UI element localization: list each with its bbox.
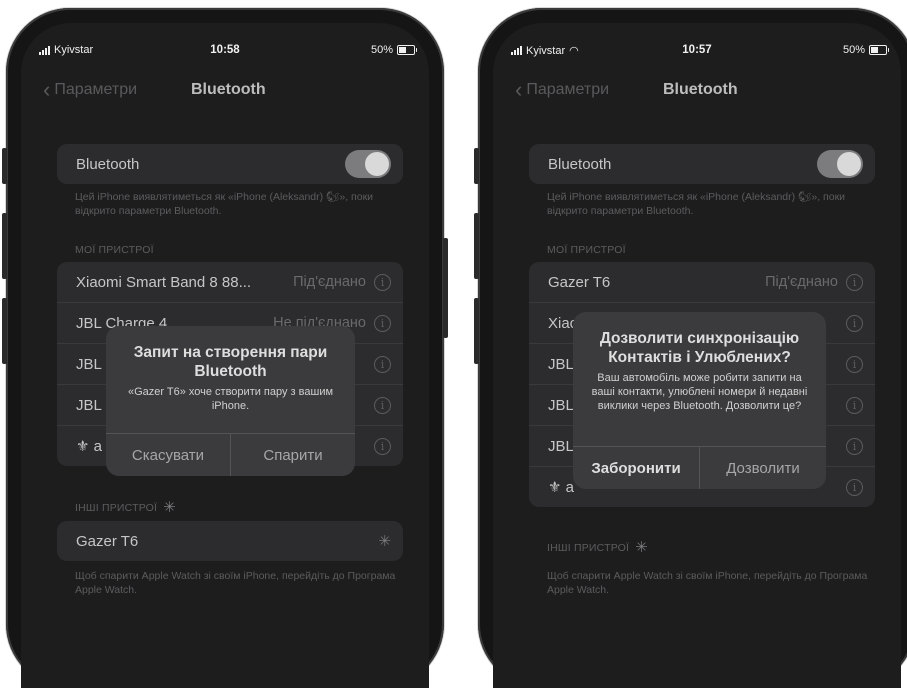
silent-switch <box>2 148 7 184</box>
pairing-alert: Запит на створення пари Bluetooth «Gazer… <box>106 326 355 476</box>
alert-message: «Gazer T6» хоче створити пару з вашим iP… <box>127 385 334 413</box>
battery-icon <box>397 45 417 55</box>
device-name: Xiaomi Smart Band 8 88... <box>76 273 252 291</box>
other-devices-header-label: ІНШІ ПРИСТРОЇ <box>75 501 158 514</box>
silent-switch <box>474 148 479 184</box>
my-devices-header-label: МОЇ ПРИСТРОЇ <box>547 244 626 256</box>
spinner-icon: ✳ <box>635 539 648 556</box>
info-icon[interactable]: i <box>846 478 863 496</box>
volume-up-button <box>474 213 479 279</box>
my-devices-header-label: МОЇ ПРИСТРОЇ <box>75 244 154 256</box>
phone-right: Kyivstar ◠ 10:57 50% ‹ Параметри Bluetoo… <box>474 8 907 688</box>
back-button[interactable]: ‹ Параметри <box>515 77 610 102</box>
back-label: Параметри <box>526 81 610 98</box>
info-icon[interactable]: i <box>846 355 863 373</box>
phone-left: Kyivstar 10:58 50% ‹ Параметри Bluetooth… <box>2 8 448 688</box>
back-label: Параметри <box>54 81 138 98</box>
battery-percent: 50% <box>370 44 393 56</box>
info-icon[interactable]: i <box>374 273 391 291</box>
back-button[interactable]: ‹ Параметри <box>43 77 138 102</box>
device-name: Gazer T6 <box>548 273 611 291</box>
bluetooth-row: Bluetooth <box>57 144 403 184</box>
info-icon[interactable]: i <box>846 437 863 455</box>
info-icon[interactable]: i <box>846 273 863 291</box>
chevron-left-icon: ‹ <box>43 77 51 102</box>
info-icon[interactable]: i <box>374 314 391 332</box>
bluetooth-label: Bluetooth <box>76 155 140 173</box>
status-bar: Kyivstar ◠ 10:57 50% <box>493 44 901 60</box>
device-status: Під'єднано <box>765 274 838 290</box>
other-devices-list: Gazer T6 ✳ <box>57 521 403 561</box>
alert-title: Дозволити синхронізацію Контактів і Улюб… <box>599 330 800 367</box>
pair-button[interactable]: Спарити <box>230 434 355 476</box>
other-devices-header: ІНШІ ПРИСТРОЇ ✳ <box>547 540 648 555</box>
device-row[interactable]: Gazer T6 ✳ <box>57 521 403 561</box>
screen-right: Kyivstar ◠ 10:57 50% ‹ Параметри Bluetoo… <box>493 23 901 688</box>
info-icon[interactable]: i <box>374 437 391 455</box>
bluetooth-label: Bluetooth <box>548 155 612 173</box>
nav-bar: ‹ Параметри Bluetooth <box>21 77 429 105</box>
my-devices-header: МОЇ ПРИСТРОЇ <box>547 244 626 256</box>
bluetooth-toggle-group: Bluetooth <box>57 144 403 184</box>
watch-note: Щоб спарити Apple Watch зі своїм iPhone,… <box>75 570 396 597</box>
battery-percent: 50% <box>842 44 865 56</box>
volume-up-button <box>2 213 7 279</box>
alert-title: Запит на створення пари Bluetooth <box>133 344 328 381</box>
bluetooth-toggle-group: Bluetooth <box>529 144 875 184</box>
battery-icon <box>869 45 889 55</box>
my-devices-header: МОЇ ПРИСТРОЇ <box>75 244 154 256</box>
volume-down-button <box>2 298 7 364</box>
device-row[interactable]: Xiaomi Smart Band 8 88... Під'єднано i <box>57 262 403 303</box>
spinner-icon: ✳ <box>163 499 176 516</box>
bluetooth-toggle[interactable] <box>817 150 863 178</box>
page-title: Bluetooth <box>191 81 266 98</box>
spinner-icon: ✳ <box>378 532 391 550</box>
device-status: Під'єднано <box>293 274 366 290</box>
alert-message: Ваш автомобіль може робити запити на ваш… <box>591 371 808 413</box>
other-devices-header-label: ІНШІ ПРИСТРОЇ <box>547 541 630 554</box>
visibility-note: Цей iPhone виявлятиметься як «iPhone (Al… <box>547 191 846 218</box>
bluetooth-toggle[interactable] <box>345 150 391 178</box>
nav-bar: ‹ Параметри Bluetooth <box>493 77 901 105</box>
device-row[interactable]: Gazer T6 Під'єднано i <box>529 262 875 303</box>
info-icon[interactable]: i <box>846 314 863 332</box>
contacts-sync-alert: Дозволити синхронізацію Контактів і Улюб… <box>573 312 826 489</box>
cancel-button[interactable]: Скасувати <box>106 434 230 476</box>
volume-down-button <box>474 298 479 364</box>
info-icon[interactable]: i <box>374 396 391 414</box>
status-bar: Kyivstar 10:58 50% <box>21 44 429 60</box>
device-name: Gazer T6 <box>76 532 139 550</box>
visibility-note: Цей iPhone виявлятиметься як «iPhone (Al… <box>75 191 374 218</box>
bluetooth-row: Bluetooth <box>529 144 875 184</box>
screen-left: Kyivstar 10:58 50% ‹ Параметри Bluetooth… <box>21 23 429 688</box>
chevron-left-icon: ‹ <box>515 77 523 102</box>
side-button <box>443 238 448 338</box>
watch-note: Щоб спарити Apple Watch зі своїм iPhone,… <box>547 570 868 597</box>
info-icon[interactable]: i <box>846 396 863 414</box>
page-title: Bluetooth <box>663 81 738 98</box>
info-icon[interactable]: i <box>374 355 391 373</box>
clock: 10:58 <box>210 44 240 56</box>
allow-button[interactable]: Дозволити <box>699 447 826 489</box>
deny-button[interactable]: Заборонити <box>573 447 699 489</box>
other-devices-header: ІНШІ ПРИСТРОЇ ✳ <box>75 500 176 515</box>
clock: 10:57 <box>682 44 712 56</box>
